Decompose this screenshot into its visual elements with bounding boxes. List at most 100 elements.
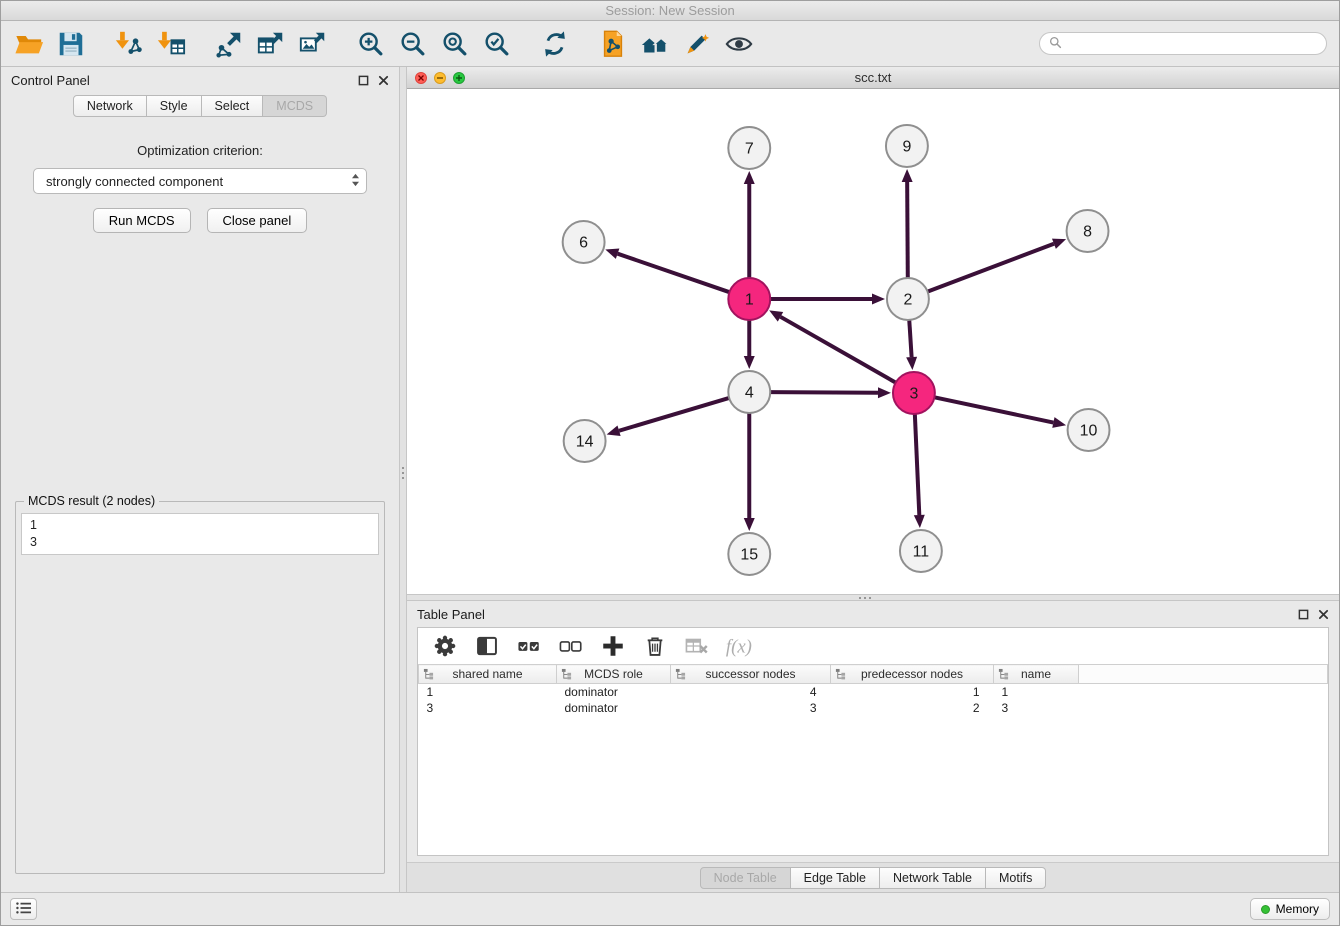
node-label-4: 4 — [745, 384, 754, 401]
table-settings-button[interactable] — [430, 631, 460, 661]
home-view-button[interactable] — [639, 28, 671, 60]
main-toolbar — [1, 21, 1339, 67]
table-cell[interactable]: 4 — [671, 684, 831, 701]
zoom-selected-button[interactable] — [481, 28, 513, 60]
column-header-MCDS-role[interactable]: MCDS role — [557, 665, 671, 684]
mcds-result-title: MCDS result (2 nodes) — [24, 494, 159, 508]
function-builder-button[interactable]: f(x) — [724, 631, 754, 661]
delete-rows-button[interactable] — [640, 631, 670, 661]
select-all-rows-button[interactable] — [514, 631, 544, 661]
run-mcds-button[interactable]: Run MCDS — [93, 208, 191, 233]
search-input[interactable] — [1067, 37, 1317, 51]
network-from-file-button[interactable] — [597, 28, 629, 60]
zoom-fit-button[interactable] — [439, 28, 471, 60]
table-cell[interactable]: 1 — [419, 684, 557, 701]
edge-4-3[interactable] — [770, 392, 878, 393]
edge-arrowhead-3-10 — [1052, 417, 1066, 428]
memory-button[interactable]: Memory — [1250, 898, 1330, 920]
save-session-button[interactable] — [55, 28, 87, 60]
zoom-out-button[interactable] — [397, 28, 429, 60]
tab-select[interactable]: Select — [202, 95, 264, 117]
export-image-button[interactable] — [297, 28, 329, 60]
export-network-button[interactable] — [213, 28, 245, 60]
search-box[interactable] — [1039, 32, 1327, 55]
edge-2-9[interactable] — [907, 182, 908, 278]
close-table-panel-icon[interactable] — [1318, 609, 1329, 620]
window-zoom-button[interactable] — [453, 72, 465, 84]
edge-4-14[interactable] — [619, 398, 729, 431]
node-label-2: 2 — [903, 291, 912, 308]
network-graph[interactable]: 7968124314101511 — [407, 89, 1339, 594]
column-header-successor-nodes[interactable]: successor nodes — [671, 665, 831, 684]
table-row[interactable]: 1dominator411 — [419, 684, 1328, 701]
deselect-all-rows-button[interactable] — [556, 631, 586, 661]
table-row[interactable]: 3dominator323 — [419, 700, 1328, 716]
edge-2-8[interactable] — [928, 244, 1054, 292]
edge-3-1[interactable] — [780, 317, 895, 383]
node-label-8: 8 — [1083, 223, 1092, 240]
column-header-shared-name[interactable]: shared name — [419, 665, 557, 684]
node-label-11: 11 — [913, 543, 930, 560]
import-table-file-button[interactable] — [155, 28, 187, 60]
table-cell[interactable]: 1 — [994, 684, 1079, 701]
apply-style-button[interactable] — [681, 28, 713, 60]
show-graphics-details-button[interactable] — [723, 28, 755, 60]
edge-2-3[interactable] — [909, 320, 911, 357]
open-file-button[interactable] — [13, 28, 45, 60]
column-tree-icon — [423, 668, 434, 683]
select-arrows-icon — [351, 173, 360, 190]
column-header-predecessor-nodes[interactable]: predecessor nodes — [831, 665, 994, 684]
mcds-panel-body: Optimization criterion: strongly connect… — [1, 117, 399, 892]
table-cell[interactable]: 3 — [671, 700, 831, 716]
zoom-in-button[interactable] — [355, 28, 387, 60]
column-label: shared name — [452, 667, 522, 681]
delete-table-button[interactable] — [682, 631, 712, 661]
edge-arrowhead-2-8 — [1052, 239, 1066, 249]
search-icon — [1049, 36, 1062, 52]
window-titlebar: Session: New Session — [1, 1, 1339, 21]
table-cell[interactable]: dominator — [557, 700, 671, 716]
table-cell[interactable]: 3 — [419, 700, 557, 716]
mcds-result-list[interactable]: 13 — [21, 513, 379, 555]
tab-node-table[interactable]: Node Table — [700, 867, 791, 889]
import-network-file-button[interactable] — [113, 28, 145, 60]
horizontal-splitter[interactable] — [407, 594, 1339, 601]
table-cell[interactable]: dominator — [557, 684, 671, 701]
edge-1-6[interactable] — [618, 254, 730, 292]
vertical-splitter[interactable] — [399, 67, 407, 892]
list-icon — [15, 901, 33, 918]
tab-style[interactable]: Style — [147, 95, 202, 117]
table-cell[interactable]: 2 — [831, 700, 994, 716]
memory-status-dot — [1261, 905, 1270, 914]
tab-mcds[interactable]: MCDS — [263, 95, 327, 117]
column-header-name[interactable]: name — [994, 665, 1079, 684]
table-cell[interactable]: 3 — [994, 700, 1079, 716]
edge-3-11[interactable] — [915, 414, 919, 515]
show-columns-button[interactable] — [472, 631, 502, 661]
float-panel-icon[interactable] — [358, 75, 369, 86]
tab-motifs[interactable]: Motifs — [986, 867, 1046, 889]
table-cell[interactable]: 1 — [831, 684, 994, 701]
edge-arrowhead-1-7 — [744, 171, 755, 184]
refresh-view-button[interactable] — [539, 28, 571, 60]
edge-3-10[interactable] — [934, 397, 1053, 422]
column-tree-icon — [998, 668, 1009, 683]
window-close-button[interactable] — [415, 72, 427, 84]
tab-edge-table[interactable]: Edge Table — [791, 867, 880, 889]
add-row-button[interactable] — [598, 631, 628, 661]
window-minimize-button[interactable] — [434, 72, 446, 84]
panel-menu-button[interactable] — [10, 898, 37, 920]
float-table-panel-icon[interactable] — [1298, 609, 1309, 620]
tab-network[interactable]: Network — [73, 95, 147, 117]
tab-network-table[interactable]: Network Table — [880, 867, 986, 889]
close-panel-icon[interactable] — [378, 75, 389, 86]
node-label-6: 6 — [579, 234, 588, 251]
close-panel-button[interactable]: Close panel — [207, 208, 308, 233]
table-cell-filler — [1079, 700, 1328, 716]
panel-empty-space — [13, 233, 387, 494]
export-table-button[interactable] — [255, 28, 287, 60]
optimization-select[interactable]: strongly connected component — [33, 168, 367, 194]
status-bar: Memory — [1, 892, 1339, 925]
network-canvas[interactable]: 7968124314101511 — [407, 89, 1339, 594]
column-label: name — [1021, 667, 1051, 681]
